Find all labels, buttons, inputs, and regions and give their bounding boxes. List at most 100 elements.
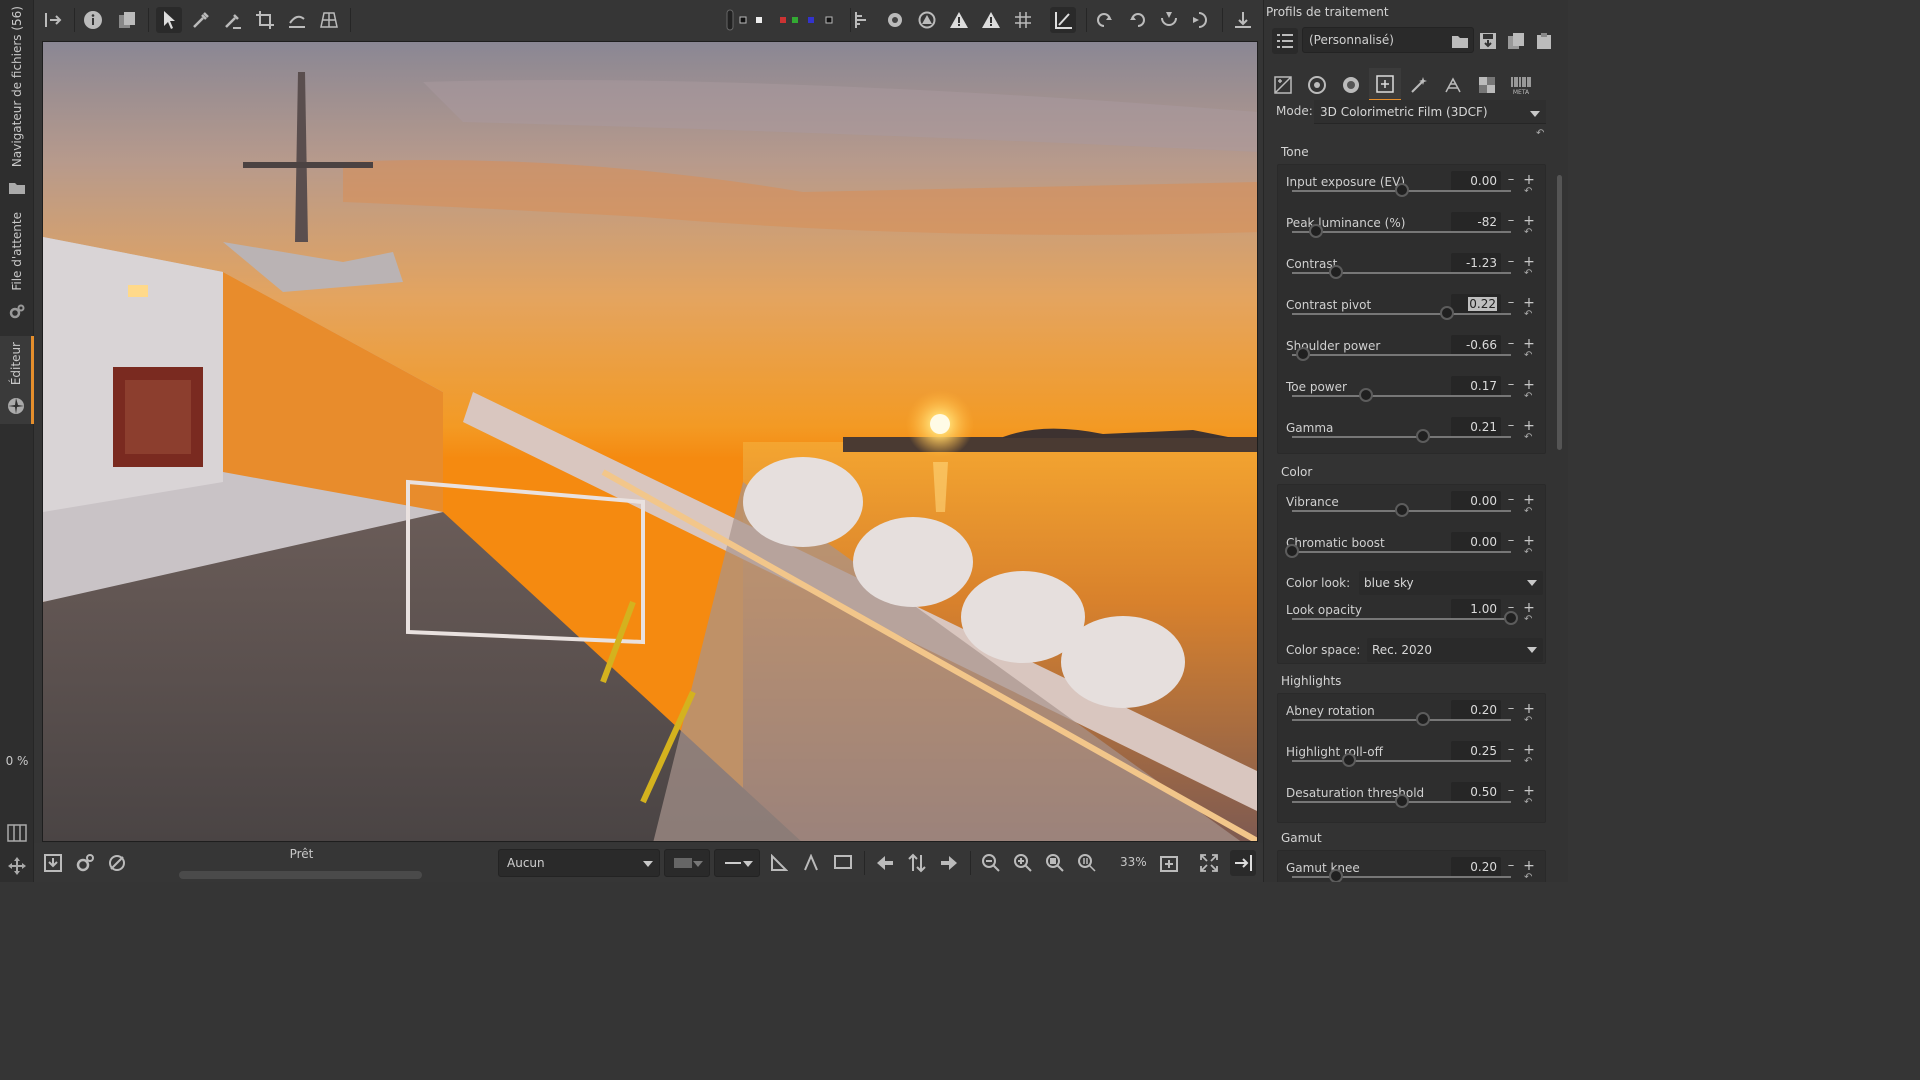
- focus-mask-icon[interactable]: [724, 7, 736, 33]
- highlight-roll-off-slider-knob[interactable]: [1341, 753, 1356, 767]
- shoulder-power-reset-icon[interactable]: ↶: [1524, 350, 1532, 361]
- rotate-right-icon[interactable]: [1124, 7, 1150, 33]
- desaturation-threshold-reset-icon[interactable]: ↶: [1524, 797, 1532, 808]
- peak-luminance-reset-icon[interactable]: ↶: [1524, 227, 1532, 238]
- rotate-left-icon[interactable]: [1092, 7, 1118, 33]
- contrast-slider-knob[interactable]: [1328, 265, 1343, 279]
- info-icon[interactable]: [80, 7, 106, 33]
- chromatic-boost-decrement-button[interactable]: –: [1504, 533, 1518, 549]
- highlight-roll-off-slider-track[interactable]: [1292, 760, 1511, 762]
- tab-file-browser[interactable]: Navigateur de fichiers (56): [0, 6, 34, 195]
- crop-icon[interactable]: [252, 7, 278, 33]
- tab-queue[interactable]: File d'attente: [0, 212, 34, 321]
- intent-select[interactable]: [714, 849, 760, 877]
- gamut-knee-slider-track[interactable]: [1292, 876, 1511, 878]
- abney-rotation-reset-icon[interactable]: ↶: [1524, 715, 1532, 726]
- tab-advanced-icon[interactable]: [1437, 68, 1469, 102]
- input-exposure-ev-value-input[interactable]: 0.00: [1451, 171, 1501, 191]
- tab-editor[interactable]: Éditeur: [0, 336, 34, 424]
- chromatic-boost-reset-icon[interactable]: ↶: [1524, 547, 1532, 558]
- load-profile-icon[interactable]: [1448, 29, 1472, 53]
- channel-buttons-2[interactable]: [804, 7, 844, 33]
- profile-list-icon[interactable]: [1272, 28, 1298, 54]
- chromatic-boost-slider-knob[interactable]: [1285, 544, 1299, 558]
- black-point-icon[interactable]: [798, 850, 824, 876]
- preview-profile-select[interactable]: Aucun: [498, 849, 660, 877]
- desaturation-threshold-slider-knob[interactable]: [1394, 794, 1409, 808]
- gamut-check-icon[interactable]: [766, 850, 792, 876]
- crop-guide-icon[interactable]: [1050, 7, 1076, 33]
- move-icon[interactable]: [7, 856, 27, 876]
- peak-luminance-slider-knob[interactable]: [1309, 224, 1324, 238]
- tab-exposure-icon[interactable]: [1267, 68, 1299, 102]
- toggle-bottom-panel-icon[interactable]: [1230, 850, 1256, 876]
- highlight-roll-off-decrement-button[interactable]: –: [1504, 742, 1518, 758]
- highlight-clip-icon[interactable]: [914, 7, 940, 33]
- shoulder-power-value-input[interactable]: -0.66: [1451, 335, 1501, 355]
- straighten-icon[interactable]: [284, 7, 310, 33]
- shoulder-power-decrement-button[interactable]: –: [1504, 336, 1518, 352]
- input-exposure-ev-slider-knob[interactable]: [1394, 183, 1409, 197]
- look-opacity-slider-track[interactable]: [1292, 618, 1511, 620]
- gamma-reset-icon[interactable]: ↶: [1524, 432, 1532, 443]
- zoom-in-icon[interactable]: [1010, 850, 1036, 876]
- gamut-warning-icon[interactable]: [978, 7, 1004, 33]
- peak-luminance-decrement-button[interactable]: –: [1504, 213, 1518, 229]
- vibrance-slider-knob[interactable]: [1394, 503, 1409, 517]
- before-after-icon[interactable]: [114, 7, 140, 33]
- flip-horizontal-icon[interactable]: [1156, 7, 1182, 33]
- desaturation-threshold-decrement-button[interactable]: –: [1504, 783, 1518, 799]
- save-profile-icon[interactable]: [1476, 29, 1500, 53]
- toe-power-value-input[interactable]: 0.17: [1451, 376, 1501, 396]
- grid-icon[interactable]: [1010, 7, 1036, 33]
- toggle-right-panel-icon[interactable]: [1230, 7, 1256, 33]
- contrast-value-input[interactable]: -1.23: [1451, 253, 1501, 273]
- warning-icon[interactable]: [946, 7, 972, 33]
- contrast-pivot-slider-knob[interactable]: [1440, 306, 1455, 320]
- histogram-icon[interactable]: [850, 7, 876, 33]
- abney-rotation-slider-track[interactable]: [1292, 719, 1511, 721]
- image-preview[interactable]: [42, 41, 1258, 842]
- gamma-value-input[interactable]: 0.21: [1451, 417, 1501, 437]
- peak-luminance-slider-track[interactable]: [1292, 231, 1511, 233]
- input-exposure-ev-reset-icon[interactable]: ↶: [1524, 186, 1532, 197]
- desaturation-threshold-value-input[interactable]: 0.50: [1451, 782, 1501, 802]
- gamut-knee-slider-knob[interactable]: [1328, 869, 1343, 882]
- zoom-100-icon[interactable]: [1074, 850, 1100, 876]
- contrast-decrement-button[interactable]: –: [1504, 254, 1518, 270]
- gamut-knee-value-input[interactable]: 0.20: [1451, 857, 1501, 877]
- gamut-knee-decrement-button[interactable]: –: [1504, 858, 1518, 874]
- shadow-clip-icon[interactable]: [882, 7, 908, 33]
- vibrance-decrement-button[interactable]: –: [1504, 492, 1518, 508]
- look-opacity-reset-icon[interactable]: ↶: [1524, 614, 1532, 625]
- peak-luminance-value-input[interactable]: -82: [1451, 212, 1501, 232]
- shoulder-power-slider-knob[interactable]: [1295, 347, 1310, 361]
- save-image-icon[interactable]: [40, 850, 66, 876]
- vibrance-value-input[interactable]: 0.00: [1451, 491, 1501, 511]
- copy-profile-icon[interactable]: [1504, 29, 1528, 53]
- chromatic-boost-value-input[interactable]: 0.00: [1451, 532, 1501, 552]
- tab-wavelet-icon[interactable]: [1471, 68, 1503, 102]
- tab-transform-icon[interactable]: [1369, 68, 1401, 102]
- toe-power-slider-knob[interactable]: [1359, 388, 1374, 402]
- tab-meta-icon[interactable]: META: [1505, 68, 1537, 102]
- panel-scrollbar[interactable]: [1557, 175, 1562, 450]
- tab-color-icon[interactable]: [1335, 68, 1367, 102]
- flip-vertical-icon[interactable]: [1188, 7, 1214, 33]
- tab-detail-icon[interactable]: [1301, 68, 1333, 102]
- gamma-slider-knob[interactable]: [1416, 429, 1431, 443]
- sync-image-icon[interactable]: [904, 850, 930, 876]
- abney-rotation-slider-knob[interactable]: [1416, 712, 1431, 726]
- look-opacity-value-input[interactable]: 1.00: [1451, 599, 1501, 619]
- zoom-fit-icon[interactable]: [1042, 850, 1068, 876]
- contrast-pivot-decrement-button[interactable]: –: [1504, 295, 1518, 311]
- gamut-knee-reset-icon[interactable]: ↶: [1524, 872, 1532, 882]
- color-look-select[interactable]: blue sky: [1359, 571, 1543, 595]
- look-opacity-slider-knob[interactable]: [1504, 611, 1518, 625]
- next-image-icon[interactable]: [936, 850, 962, 876]
- gamma-decrement-button[interactable]: –: [1504, 418, 1518, 434]
- mode-reset-icon[interactable]: ↶: [1536, 128, 1544, 139]
- vibrance-reset-icon[interactable]: ↶: [1524, 506, 1532, 517]
- contrast-pivot-slider-track[interactable]: [1292, 313, 1511, 315]
- hand-tool-icon[interactable]: [156, 7, 182, 33]
